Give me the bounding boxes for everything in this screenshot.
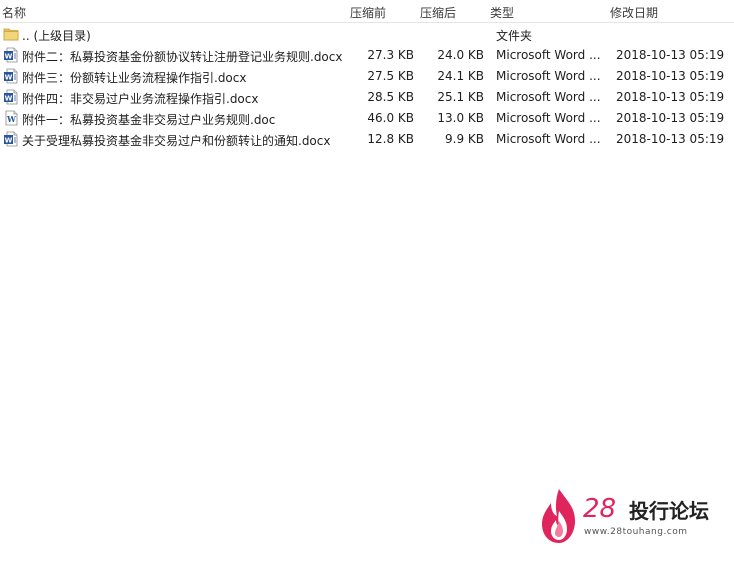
file-size-after: 13.0 KB: [437, 111, 484, 125]
file-size-before: 12.8 KB: [367, 132, 414, 146]
file-modified-date: 2018-10-13 05:19: [616, 111, 725, 125]
watermark-number: 28: [583, 494, 617, 524]
parent-directory-type: 文件夹: [496, 29, 533, 43]
file-row[interactable]: W 附件一：私募投资基金非交易过户业务规则.doc 46.0 KB 13.0 KB Mi…: [0, 108, 734, 129]
column-header-type[interactable]: 类型: [490, 4, 514, 21]
file-name: 关于受理私募投资基金非交易过户和份额转让的通知.docx: [22, 134, 331, 148]
file-row[interactable]: W 关于受理私募投资基金非交易过户和份额转让的通知.docx 12.8 KB 9.9 …: [0, 129, 734, 150]
file-modified-date: 2018-10-13 05:19: [616, 90, 725, 104]
file-type: Microsoft Word ...: [496, 69, 601, 83]
file-size-after: 25.1 KB: [437, 90, 484, 104]
column-header: 名称 压缩前 压缩后 类型 修改日期: [0, 0, 734, 23]
file-name: 附件三：份额转让业务流程操作指引.docx: [22, 71, 247, 85]
file-size-after: 24.1 KB: [437, 69, 484, 83]
file-name: 附件二：私募投资基金份额协议转让注册登记业务规则.docx: [22, 50, 343, 64]
word-doc-icon: W: [3, 110, 19, 126]
file-row[interactable]: W 附件三：份额转让业务流程操作指引.docx 27.5 KB 24.1 KB Micr…: [0, 66, 734, 87]
file-modified-date: 2018-10-13 05:19: [616, 69, 725, 83]
file-size-before: 27.3 KB: [367, 48, 414, 62]
word-docx-icon: W: [3, 47, 19, 63]
column-header-size-after[interactable]: 压缩后: [420, 4, 456, 21]
svg-text:W: W: [5, 53, 13, 61]
folder-icon: [3, 26, 19, 42]
file-type: Microsoft Word ...: [496, 90, 601, 104]
svg-text:W: W: [5, 137, 13, 145]
file-row[interactable]: W 附件四：非交易过户业务流程操作指引.docx 28.5 KB 25.1 KB Mic…: [0, 87, 734, 108]
watermark-logo: 28 投行论坛 www.28touhang.com: [537, 487, 727, 545]
file-size-before: 46.0 KB: [367, 111, 414, 125]
column-header-size-before[interactable]: 压缩前: [350, 4, 386, 21]
word-docx-icon: W: [3, 68, 19, 84]
file-type: Microsoft Word ...: [496, 48, 601, 62]
file-type: Microsoft Word ...: [496, 132, 601, 146]
file-row[interactable]: W 附件二：私募投资基金份额协议转让注册登记业务规则.docx 27.3 KB 24.…: [0, 45, 734, 66]
file-modified-date: 2018-10-13 05:19: [616, 48, 725, 62]
file-type: Microsoft Word ...: [496, 111, 601, 125]
parent-directory-name: .. (上级目录): [22, 29, 91, 43]
svg-text:W: W: [5, 74, 13, 82]
word-docx-icon: W: [3, 131, 19, 147]
column-header-name[interactable]: 名称: [2, 4, 26, 21]
file-size-after: 9.9 KB: [445, 132, 484, 146]
word-docx-icon: W: [3, 89, 19, 105]
file-size-before: 27.5 KB: [367, 69, 414, 83]
parent-directory-row[interactable]: .. (上级目录) 文件夹: [0, 24, 734, 45]
file-name: 附件四：非交易过户业务流程操作指引.docx: [22, 92, 259, 106]
flame-logo-icon: [542, 489, 575, 543]
file-size-before: 28.5 KB: [367, 90, 414, 104]
watermark-title: 投行论坛: [629, 499, 709, 523]
file-name: 附件一：私募投资基金非交易过户业务规则.doc: [22, 113, 276, 127]
svg-text:W: W: [5, 95, 13, 103]
svg-text:W: W: [6, 114, 17, 124]
watermark-url: www.28touhang.com: [584, 527, 688, 537]
file-modified-date: 2018-10-13 05:19: [616, 132, 725, 146]
file-size-after: 24.0 KB: [437, 48, 484, 62]
column-header-modified[interactable]: 修改日期: [610, 4, 658, 21]
